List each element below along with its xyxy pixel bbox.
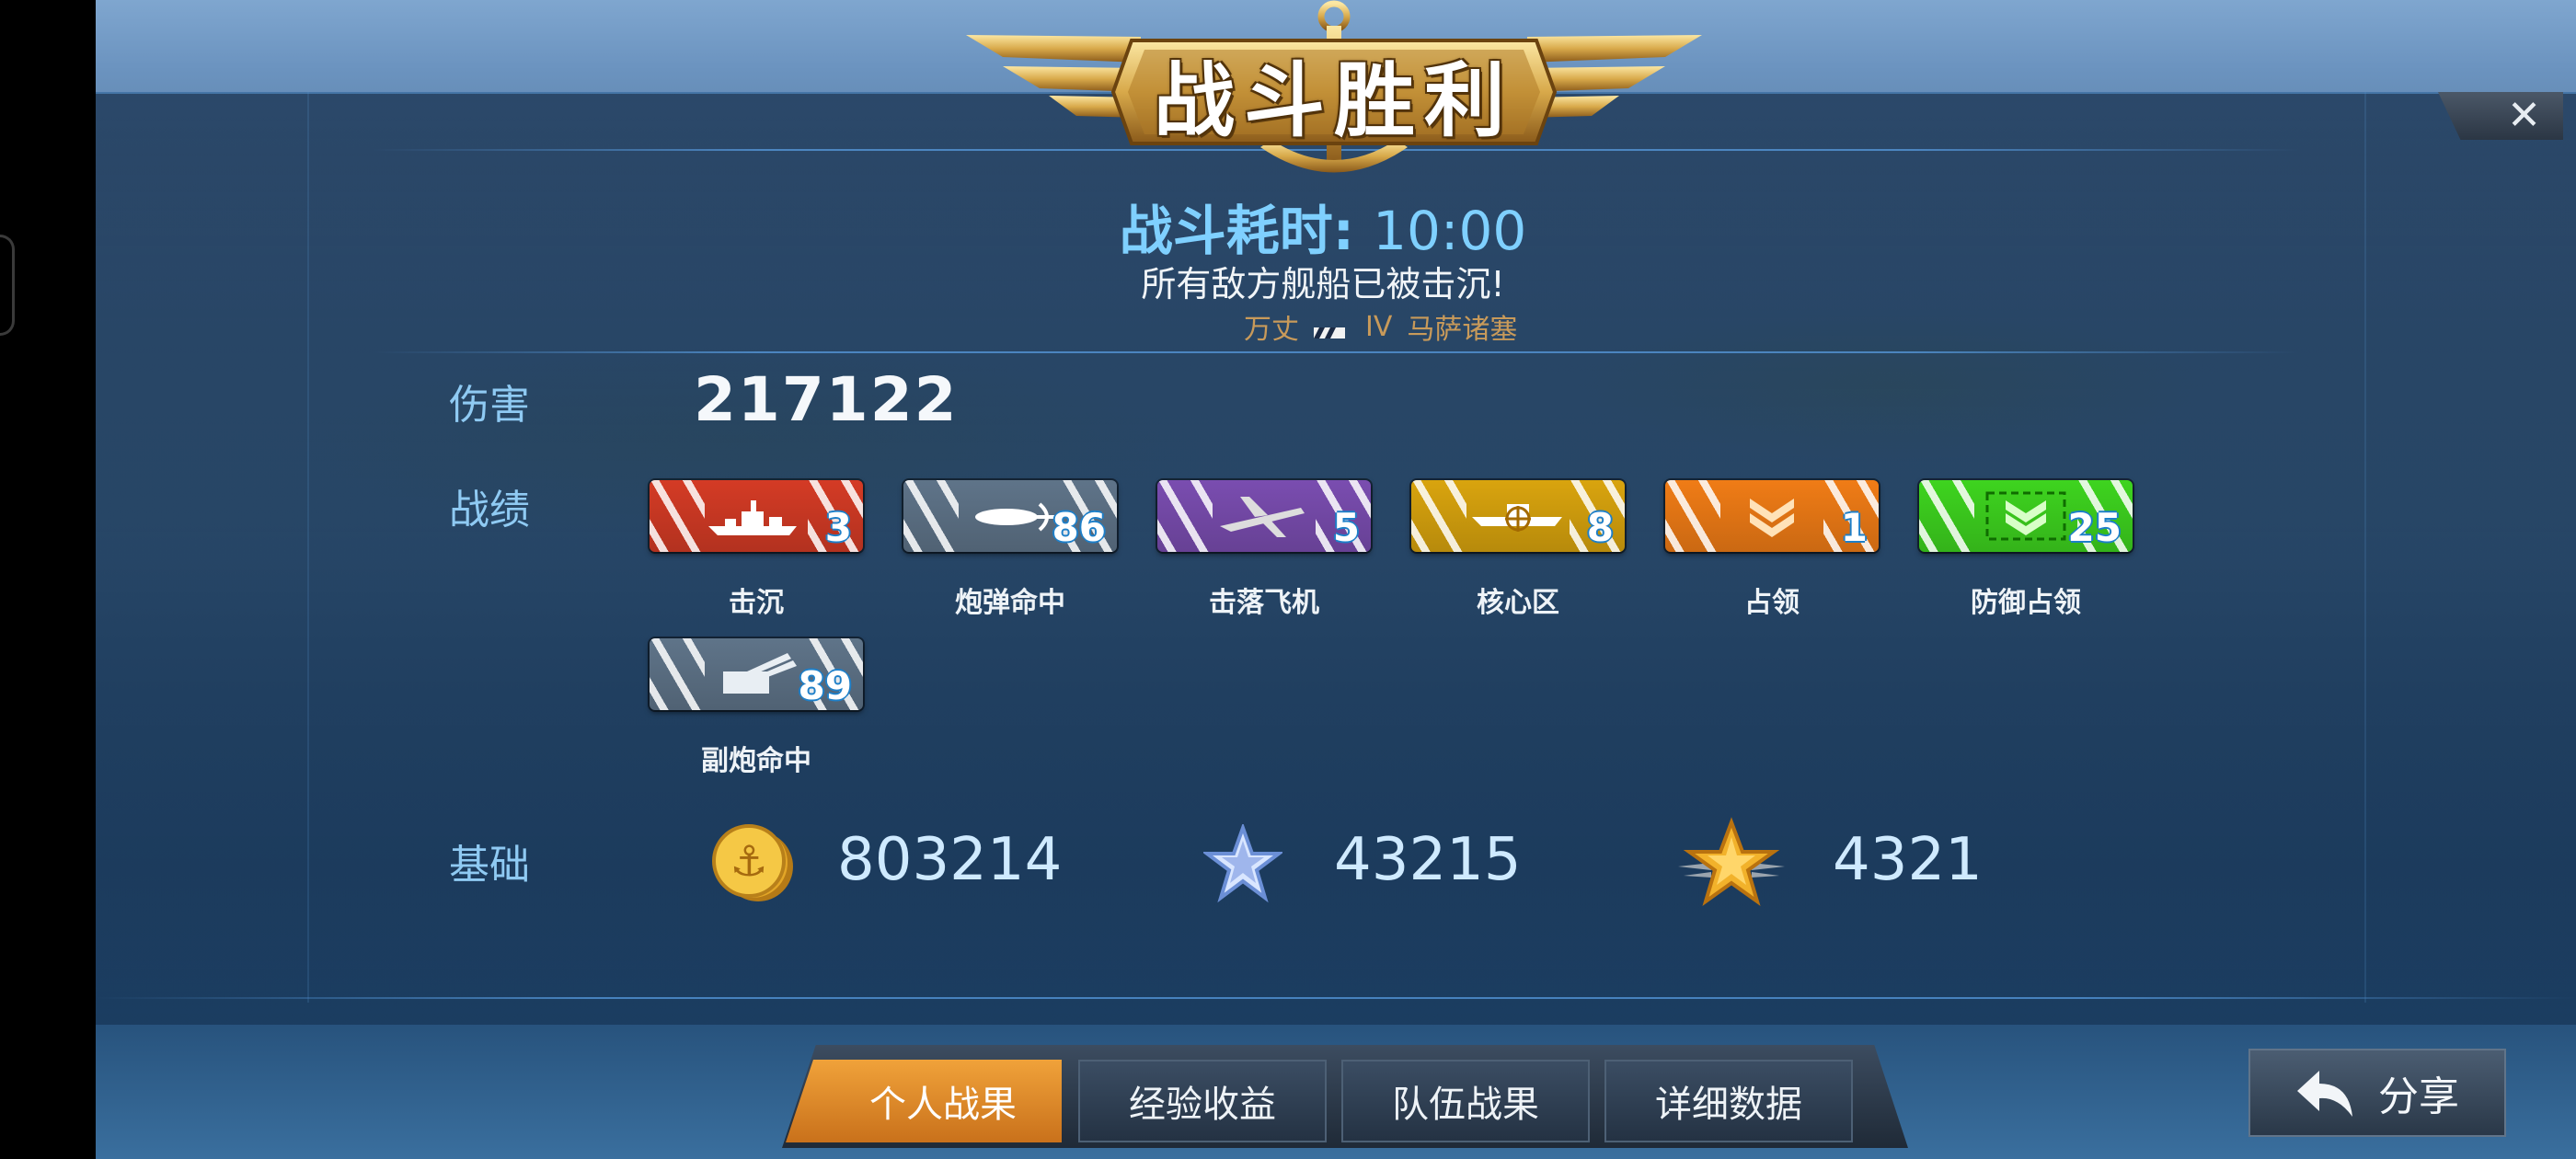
silver-value: 803214 [837, 826, 1063, 894]
commander-experience-icon [1678, 817, 1785, 906]
medal-label: 核心区 [1477, 587, 1559, 619]
secondary-gun-icon [705, 648, 808, 701]
ship-icon [705, 489, 808, 543]
medal-count: 86 [1052, 505, 1106, 550]
damage-label: 伤害 [449, 382, 530, 429]
medal-label: 击沉 [729, 587, 784, 619]
medal-count: 8 [1586, 505, 1614, 550]
experience-star-icon [1203, 824, 1282, 903]
share-button[interactable]: 分享 [2248, 1049, 2506, 1137]
medal-label: 炮弹命中 [955, 587, 1065, 619]
damage-value: 217122 [694, 364, 959, 435]
ship-info: 万丈 IV 马萨诸塞 [1244, 306, 1517, 347]
nation-flag-icon [1314, 317, 1351, 339]
svg-text:⚓: ⚓ [730, 836, 767, 886]
medal-label: 占领 [1744, 587, 1800, 619]
ship-name: 马萨诸塞 [1407, 314, 1518, 346]
defend-capture-icon [1974, 489, 2077, 543]
tab-4[interactable]: 详细数据 [1604, 1060, 1853, 1142]
core-area-icon [1466, 489, 1570, 543]
battle-result-message: 所有敌方舰船已被击沉! [1141, 264, 1505, 304]
battle-duration-value: 10:00 [1373, 200, 1527, 262]
achievements-label: 战绩 [449, 487, 530, 534]
tab-3[interactable]: 队伍战果 [1341, 1060, 1590, 1142]
battle-duration: 战斗耗时: 10:00 [0, 188, 2576, 265]
medal-3[interactable]: 5 [1157, 480, 1371, 552]
share-arrow-icon [2297, 1071, 2352, 1117]
medal-label: 副炮命中 [701, 745, 811, 777]
ship-tier: IV [1365, 310, 1393, 343]
victory-title: 战斗胜利 [1153, 52, 1514, 148]
silver-coin-icon: ⚓ [712, 824, 793, 901]
player-name: 万丈 [1244, 314, 1299, 346]
medal-1[interactable]: 3 [650, 480, 863, 552]
medal-label: 防御占领 [1971, 587, 2081, 619]
base-label: 基础 [449, 842, 530, 889]
tab-1[interactable]: 个人战果 [819, 1060, 1067, 1142]
medal-count: 5 [1332, 505, 1360, 550]
tab-2[interactable]: 经验收益 [1078, 1060, 1327, 1142]
share-label: 分享 [2378, 1073, 2459, 1120]
battle-duration-label: 战斗耗时: [1119, 200, 1354, 262]
plane-icon [1213, 489, 1316, 543]
shell-icon [959, 489, 1062, 543]
close-icon: ✕ [2507, 92, 2541, 139]
medal-count: 1 [1840, 505, 1868, 550]
medal-count: 3 [824, 505, 852, 550]
medal-6[interactable]: 25 [1919, 480, 2133, 552]
medal-label: 击落飞机 [1209, 587, 1319, 619]
commander-experience-value: 4321 [1833, 826, 1983, 894]
medal-4[interactable]: 8 [1411, 480, 1625, 552]
medal-count: 89 [798, 663, 852, 708]
medal-5[interactable]: 1 [1665, 480, 1879, 552]
medal-7[interactable]: 89 [650, 638, 863, 710]
medal-2[interactable]: 86 [903, 480, 1117, 552]
experience-value: 43215 [1334, 826, 1522, 894]
medal-count: 25 [2067, 505, 2122, 550]
capture-icon [1720, 489, 1823, 543]
